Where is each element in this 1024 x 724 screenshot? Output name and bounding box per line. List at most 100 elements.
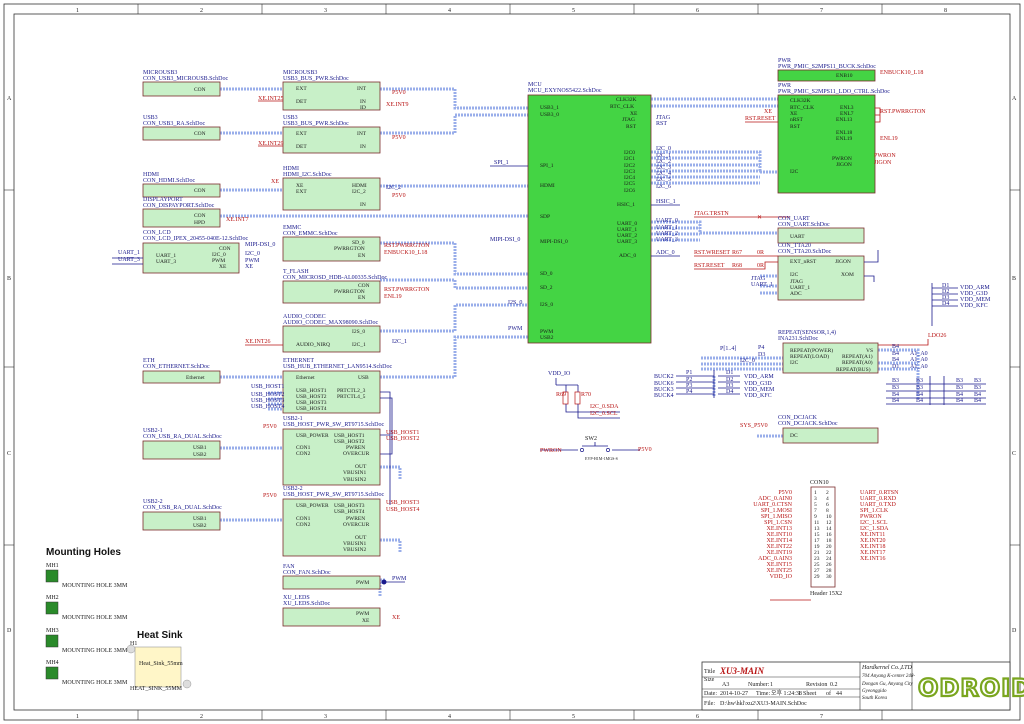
sheet-leds[interactable]: XU_LEDS XU_LEDS.SchDoc PWM XE — [282, 595, 381, 627]
sheet-displayport[interactable]: DISPLAYPORT CON_DISPAYPORT.SchDoc CON HP… — [142, 197, 221, 228]
hdmi-title2: CON_HDMI.SchDoc — [143, 178, 196, 184]
net-p1: P1 — [686, 370, 692, 376]
sheet-dcjack[interactable]: CON_DCJACK CON_DCJACK.SchDoc DC — [778, 415, 879, 444]
tta-jigon: JIGON — [835, 259, 851, 265]
tb-addr2: Dongan Gu, Anyang City — [861, 682, 914, 687]
sheet-mcu[interactable]: MCU MCU_EXYNOS5422.SchDoc USB3_1 USB3_0 … — [527, 82, 652, 344]
repeat-title1: REPEAT(SENSOR,1,4) — [778, 329, 836, 336]
sheet-usb2-1-pwr[interactable]: USB2-1 USB_HOST_PWR_SW_RT9715.SchDoc USB… — [282, 416, 384, 486]
sheet-pwr1[interactable]: PWR PWR_PMIC_S2MPS11_BUCK.SchDoc ENB10 — [777, 58, 876, 82]
tb-addr1: 704 Anyang K-center 248-25 — [862, 674, 921, 679]
usb3-bus-in: IN — [360, 144, 366, 150]
net-mipi-mcu: MIPI-DSI_0 — [490, 237, 520, 243]
usb2-1-usb2: USB2 — [193, 452, 207, 458]
heatsink-body: Heat_Sink_55mm — [139, 661, 183, 667]
sheet-hdmi-i2c[interactable]: HDMI HDMI_I2C.SchDoc XE EXT HDMI I2C_2 I… — [282, 166, 381, 211]
tb-title: XU3-MAIN — [719, 666, 765, 676]
header-pin-right-14: 30 — [826, 574, 832, 580]
con10-ref: CON10 — [810, 480, 829, 486]
net-b4: B4 — [892, 344, 899, 350]
sheet-usb3[interactable]: USB3 CON_USB3_RA.SchDoc CON — [142, 115, 221, 141]
microusb-bus-int: INT — [357, 86, 367, 92]
sheet-tflash[interactable]: T_FLASH CON_MICROSD_HDB-AL00335.SchDoc C… — [282, 269, 388, 304]
usb2-2-pwr-power: USB_POWER — [296, 503, 329, 509]
mcu-adc0: ADC_0 — [619, 253, 636, 259]
dp-title2: CON_DISPAYPORT.SchDoc — [143, 203, 215, 209]
leds-xe: XE — [362, 618, 370, 624]
sheet-repeat[interactable]: REPEAT(SENSOR,1,4) INA231.SchDoc REPEAT(… — [778, 329, 879, 374]
sheet-usb2-2-pwr[interactable]: USB2-2 USB_HOST_PWR_SW_RT9715.SchDoc USB… — [282, 486, 384, 557]
col-4-bottom: 4 — [448, 714, 451, 720]
eth-title2: CON_ETHERNET.SchDoc — [143, 364, 210, 370]
repeat-load: REPEAT(LOAD) — [790, 353, 829, 360]
net-usb2-2-host4: USB_HOST4 — [386, 507, 419, 513]
net-xe-int9: XE.INT9 — [386, 102, 409, 108]
ethernet-title2: USB_HUB_ETHERNET_LAN9514.SchDoc — [283, 364, 392, 370]
sheet-ethernet[interactable]: ETHERNET USB_HUB_ETHERNET_LAN9514.SchDoc… — [282, 358, 392, 414]
net-pwm-fan: PWM — [392, 576, 407, 582]
header-pin-left-14: 29 — [814, 574, 820, 580]
sheet-emmc[interactable]: EMMC CON_EMMC.SchDoc SD_0 PWRRGTON EN — [282, 225, 381, 262]
tb-number: 1 — [770, 682, 773, 688]
tb-sheet: 1 — [798, 691, 801, 697]
microusb-title2: CON_USB3_MICROUSB.SchDoc — [143, 76, 229, 82]
tb-number-label: Number: — [748, 682, 770, 688]
sheet-hdmi[interactable]: HDMI CON_HDMI.SchDoc CON — [142, 172, 221, 198]
pwr2-i2c: I2C — [790, 169, 799, 175]
sheet-lcd[interactable]: CON_LCD CON_LCD_IPEX_20455-040E-12.SchDo… — [142, 230, 248, 274]
sheet-eth[interactable]: ETH CON_ETHERNET.SchDoc Ethernet — [142, 358, 221, 384]
mounting-title: Mounting Holes — [46, 547, 121, 558]
row-a: A — [7, 96, 12, 102]
repeat-a1: REPEAT(A1) — [842, 353, 873, 360]
header-con10[interactable]: CON10 Header 15X2 1357911131517192123252… — [753, 480, 899, 597]
usb3-title2: CON_USB3_RA.SchDoc — [143, 121, 206, 127]
sheet-microusb-bus[interactable]: MICROUSB3 USB3_BUS_PWR.SchDoc EXT DET IN… — [282, 70, 381, 111]
mcu-jtag: JTAG — [622, 117, 635, 123]
b-bus-block: B3 B3 B4 B4 B3 B3 B4 B4 B3 B3 B4 B4 B3 B… — [886, 376, 986, 405]
col-3: 3 — [324, 8, 327, 14]
repeat-a0: REPEAT(A0) — [842, 359, 873, 366]
sheet-uart[interactable]: CON_UART CON_UART.SchDoc UART — [777, 216, 865, 244]
mh2-label: MOUNTING HOLE 3MM — [62, 615, 128, 621]
mh3-ref: MH3 — [46, 628, 59, 634]
header-label-left-14: VDD_IO — [770, 574, 793, 580]
sheet-pwr2[interactable]: PWR PWR_PMIC_S2MPS11_LDO_CTRL.SchDoc CLK… — [777, 83, 890, 194]
hdmi-pin-con: CON — [194, 188, 206, 194]
mh3-icon — [45, 634, 59, 648]
usb2-2-usb2: USB2 — [193, 523, 207, 529]
sheet-microusb[interactable]: MICROUSB3 CON_USB3_MICROUSB.SchDoc CON — [142, 70, 229, 97]
microusb-bus-id: ID — [360, 105, 366, 111]
sheet-usb3-bus[interactable]: USB3 USB3_BUS_PWR.SchDoc EXT DET INT IN — [282, 115, 381, 154]
mcu-hdmi: HDMI — [540, 183, 555, 189]
b3-7: B3 — [974, 378, 981, 384]
schematic-sheet: 1 2 3 4 5 6 7 8 1 2 3 4 5 6 7 A B C D A … — [3, 3, 1024, 721]
pullup-block: VDD_IO R69 R70 I2C_0.SDA I2C_0.SCL — [548, 371, 620, 419]
sw2-ref: SW2 — [585, 436, 597, 442]
mcu-uart3: UART_3 — [617, 239, 637, 245]
sheet-audio[interactable]: AUDIO_CODEC AUDIO_CODEC_MAX98090.SchDoc … — [282, 314, 381, 353]
net-d3-repeat: D3 — [758, 352, 765, 358]
switch-sw2[interactable]: SW2 PWRON P5V0 EVP-H1M-1MGS-S — [540, 436, 652, 461]
net-jtag-trstn: JTAG.TRSTN — [694, 211, 729, 217]
net-i2c0-repeat: I2C_0 — [740, 358, 755, 364]
usb2-2-pwr-con2: CON2 — [296, 522, 311, 528]
col-4: 4 — [448, 8, 451, 14]
net-adc0: ADC_0 — [656, 250, 675, 256]
mcu-i2c1: I2C1 — [624, 156, 635, 162]
tb-revision-label: Revision — [806, 682, 827, 688]
net-vdd-kfc-b: VDD_KFC — [744, 393, 772, 399]
net-xe-lcd: XE — [245, 264, 253, 270]
sheet-fan[interactable]: FAN CON_FAN.SchDoc PWM — [282, 564, 381, 590]
emmc-title2: CON_EMMC.SchDoc — [283, 231, 338, 237]
microusb-bus-title2: USB3_BUS_PWR.SchDoc — [283, 76, 349, 82]
net-hsic1: HSIC_1 — [656, 199, 676, 205]
col-5: 5 — [572, 8, 575, 14]
sheet-tta[interactable]: CON_TTA20 CON_TTA20.SchDoc EXT_nRST I2C … — [777, 243, 865, 301]
sheet-usb2-2[interactable]: USB2-2 CON_USB_RA_DUAL.SchDoc USB1 USB2 — [142, 499, 222, 531]
net-spi1: SPI_1 — [494, 160, 509, 166]
row-b: B — [7, 276, 11, 282]
sheet-usb2-1[interactable]: USB2-1 CON_USB_RA_DUAL.SchDoc USB1 USB2 — [142, 428, 222, 460]
mh4-icon — [45, 666, 59, 680]
net-i2c0-mcu: I2C_0 — [656, 146, 671, 152]
dcjack-title2: CON_DCJACK.SchDoc — [778, 421, 838, 427]
